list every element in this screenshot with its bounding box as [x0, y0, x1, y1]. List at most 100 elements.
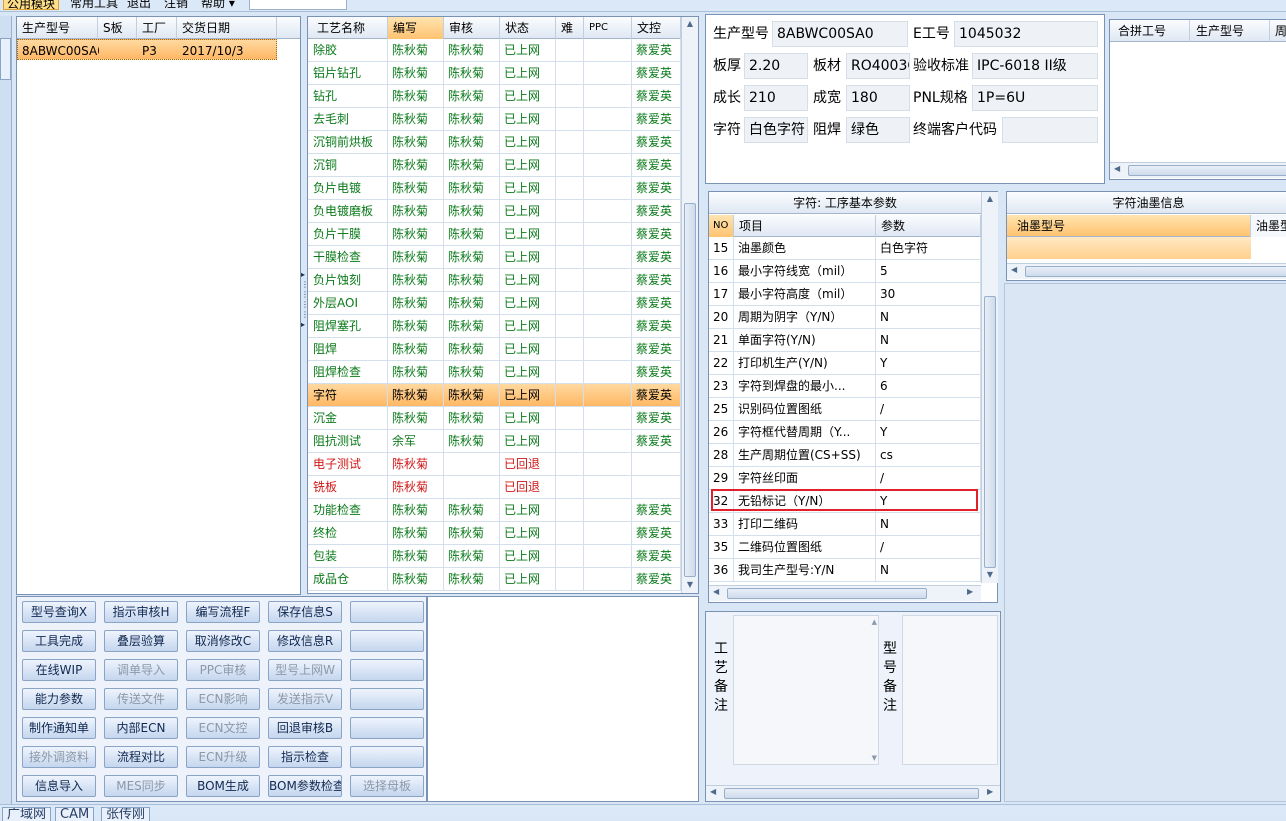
process-row[interactable]: 电子测试 陈秋菊 已回退 — [308, 453, 681, 476]
col-header-value[interactable]: 参数 — [876, 215, 981, 237]
param-row[interactable]: 23 字符到焊盘的最小... 6 — [709, 375, 981, 398]
param-row[interactable]: 20 周期为阴字（Y/N） N — [709, 306, 981, 329]
menu-help[interactable]: 帮助 ▾ — [198, 0, 238, 10]
action-button[interactable]: 编写流程F — [186, 601, 260, 623]
process-row[interactable]: 负片电镀 陈秋菊 陈秋菊 已上网 蔡爱英 — [308, 177, 681, 200]
left-strip-tab[interactable] — [0, 38, 11, 80]
param-row[interactable]: 28 生产周期位置(CS+SS) cs — [709, 444, 981, 467]
process-row[interactable]: 沉铜前烘板 陈秋菊 陈秋菊 已上网 蔡爱英 — [308, 131, 681, 154]
action-button[interactable] — [350, 717, 424, 739]
action-button[interactable]: 指示审核H — [104, 601, 178, 623]
process-row[interactable]: 阻焊塞孔 陈秋菊 陈秋菊 已上网 蔡爱英 — [308, 315, 681, 338]
action-button[interactable]: ECN文控 — [186, 717, 260, 739]
params-hscroll[interactable]: ◀ ▶ — [709, 585, 981, 601]
action-button[interactable]: 型号查询X — [22, 601, 96, 623]
param-row[interactable]: 21 单面字符(Y/N) N — [709, 329, 981, 352]
param-row[interactable]: 33 打印二维码 N — [709, 513, 981, 536]
action-button[interactable]: 工具完成 — [22, 630, 96, 652]
param-row[interactable]: 29 字符丝印面 / — [709, 467, 981, 490]
col-header-merge-week[interactable]: 周 — [1270, 20, 1286, 42]
ink-hscroll[interactable]: ◀ — [1007, 263, 1286, 279]
process-row[interactable]: 阻抗测试 余军 陈秋菊 已上网 蔡爱英 — [308, 430, 681, 453]
scroll-left-icon[interactable]: ◀ — [1011, 265, 1017, 274]
param-row[interactable]: 36 我司生产型号:Y/N N — [709, 559, 981, 582]
customer-value[interactable] — [1002, 117, 1098, 143]
scroll-down-icon[interactable]: ▼ — [872, 754, 877, 762]
action-button[interactable]: 内部ECN — [104, 717, 178, 739]
scroll-thumb[interactable] — [724, 788, 979, 799]
col-header-reviewer[interactable]: 审核 — [444, 17, 500, 39]
action-button[interactable]: 能力参数 — [22, 688, 96, 710]
action-button[interactable]: BOM生成 — [186, 775, 260, 797]
col-header-author[interactable]: 编写 — [388, 17, 444, 39]
menu-combo-box[interactable] — [249, 0, 347, 10]
action-button[interactable]: 传送文件 — [104, 688, 178, 710]
merge-grid-hscroll[interactable]: ◀ — [1110, 162, 1286, 178]
process-row[interactable]: 成品仓 陈秋菊 陈秋菊 已上网 蔡爱英 — [308, 568, 681, 591]
process-row[interactable]: 阻焊检查 陈秋菊 陈秋菊 已上网 蔡爱英 — [308, 361, 681, 384]
action-button[interactable] — [350, 659, 424, 681]
menu-logout[interactable]: 注销 — [161, 0, 191, 10]
char-value[interactable]: 白色字符 — [744, 117, 808, 143]
process-row[interactable]: 终检 陈秋菊 陈秋菊 已上网 蔡爱英 — [308, 522, 681, 545]
mask-value[interactable]: 绿色 — [846, 117, 910, 143]
process-grid-vscroll[interactable]: ▲ ▼ — [681, 17, 698, 593]
process-row[interactable]: 负片干膜 陈秋菊 陈秋菊 已上网 蔡爱英 — [308, 223, 681, 246]
param-row[interactable]: 15 油墨颜色 白色字符 — [709, 237, 981, 260]
scroll-thumb[interactable] — [727, 588, 927, 599]
params-vscroll[interactable]: ▲ ▼ — [981, 192, 998, 583]
ink-row[interactable] — [1007, 237, 1251, 259]
col-header-s-board[interactable]: S板 — [98, 17, 137, 39]
action-button[interactable]: 调单导入 — [104, 659, 178, 681]
menu-exit[interactable]: 退出 — [124, 0, 154, 10]
pnl-value[interactable]: 1P=6U — [972, 85, 1098, 111]
model-value[interactable]: 8ABWC00SA0 — [772, 21, 908, 47]
scroll-left-icon[interactable]: ◀ — [713, 587, 719, 596]
scroll-thumb[interactable] — [984, 296, 996, 568]
menu-common-module[interactable]: 公用模块 — [3, 0, 60, 11]
process-row[interactable]: 铣板 陈秋菊 已回退 — [308, 476, 681, 499]
param-row[interactable]: 17 最小字符高度（mil） 30 — [709, 283, 981, 306]
process-row[interactable]: 负片蚀刻 陈秋菊 陈秋菊 已上网 蔡爱英 — [308, 269, 681, 292]
standard-value[interactable]: IPC-6018 II级 — [972, 53, 1098, 79]
action-button[interactable]: ECN影响 — [186, 688, 260, 710]
col-header-merge-model[interactable]: 生产型号 — [1190, 20, 1270, 42]
thickness-value[interactable]: 2.20 — [744, 53, 808, 79]
scroll-right-icon[interactable]: ▶ — [987, 787, 993, 796]
col-header-ppc[interactable]: PPC — [584, 17, 632, 39]
action-button[interactable]: BOM参数检查 — [268, 775, 342, 797]
action-button[interactable]: PPC审核 — [186, 659, 260, 681]
notes-hscroll[interactable]: ◀ ▶ — [706, 785, 1000, 801]
param-row[interactable]: 25 识别码位置图纸 / — [709, 398, 981, 421]
model-notes-textarea[interactable] — [902, 615, 998, 765]
menu-common-tools[interactable]: 常用工具 — [67, 0, 121, 10]
action-button[interactable]: 制作通知单 — [22, 717, 96, 739]
col-header-ink-type[interactable]: 油墨型 — [1251, 215, 1286, 237]
action-button[interactable]: 取消修改C — [186, 630, 260, 652]
param-row[interactable]: 35 二维码位置图纸 / — [709, 536, 981, 559]
col-header-delivery[interactable]: 交货日期 — [177, 17, 277, 39]
action-button[interactable]: 指示检查 — [268, 746, 342, 768]
material-value[interactable]: RO4003C — [846, 53, 910, 79]
scroll-up-icon[interactable]: ▲ — [872, 618, 877, 626]
scroll-up-icon[interactable]: ▲ — [982, 194, 998, 203]
action-button[interactable]: 保存信息S — [268, 601, 342, 623]
scroll-down-icon[interactable]: ▼ — [982, 570, 998, 579]
process-row[interactable]: 包装 陈秋菊 陈秋菊 已上网 蔡爱英 — [308, 545, 681, 568]
scroll-down-icon[interactable]: ▼ — [682, 580, 698, 589]
col-header-ink-model[interactable]: 油墨型号 — [1007, 215, 1251, 237]
process-row[interactable]: 干膜检查 陈秋菊 陈秋菊 已上网 蔡爱英 — [308, 246, 681, 269]
scroll-up-icon[interactable]: ▲ — [682, 19, 698, 28]
col-header-item[interactable]: 项目 — [734, 215, 876, 237]
col-header-process-name[interactable]: 工艺名称 — [308, 17, 388, 39]
action-button[interactable]: MES同步 — [104, 775, 178, 797]
width-value[interactable]: 180 — [846, 85, 910, 111]
col-header-merge-no[interactable]: 合拼工号 — [1110, 20, 1190, 42]
action-button[interactable]: ECN升级 — [186, 746, 260, 768]
action-button[interactable]: 流程对比 — [104, 746, 178, 768]
process-row[interactable]: 负电镀磨板 陈秋菊 陈秋菊 已上网 蔡爱英 — [308, 200, 681, 223]
scroll-left-icon[interactable]: ◀ — [710, 787, 716, 796]
process-row[interactable]: 外层AOI 陈秋菊 陈秋菊 已上网 蔡爱英 — [308, 292, 681, 315]
action-button[interactable] — [350, 746, 424, 768]
model-row[interactable]: 8ABWC00SA0 P3 2017/10/3 — [17, 39, 277, 60]
